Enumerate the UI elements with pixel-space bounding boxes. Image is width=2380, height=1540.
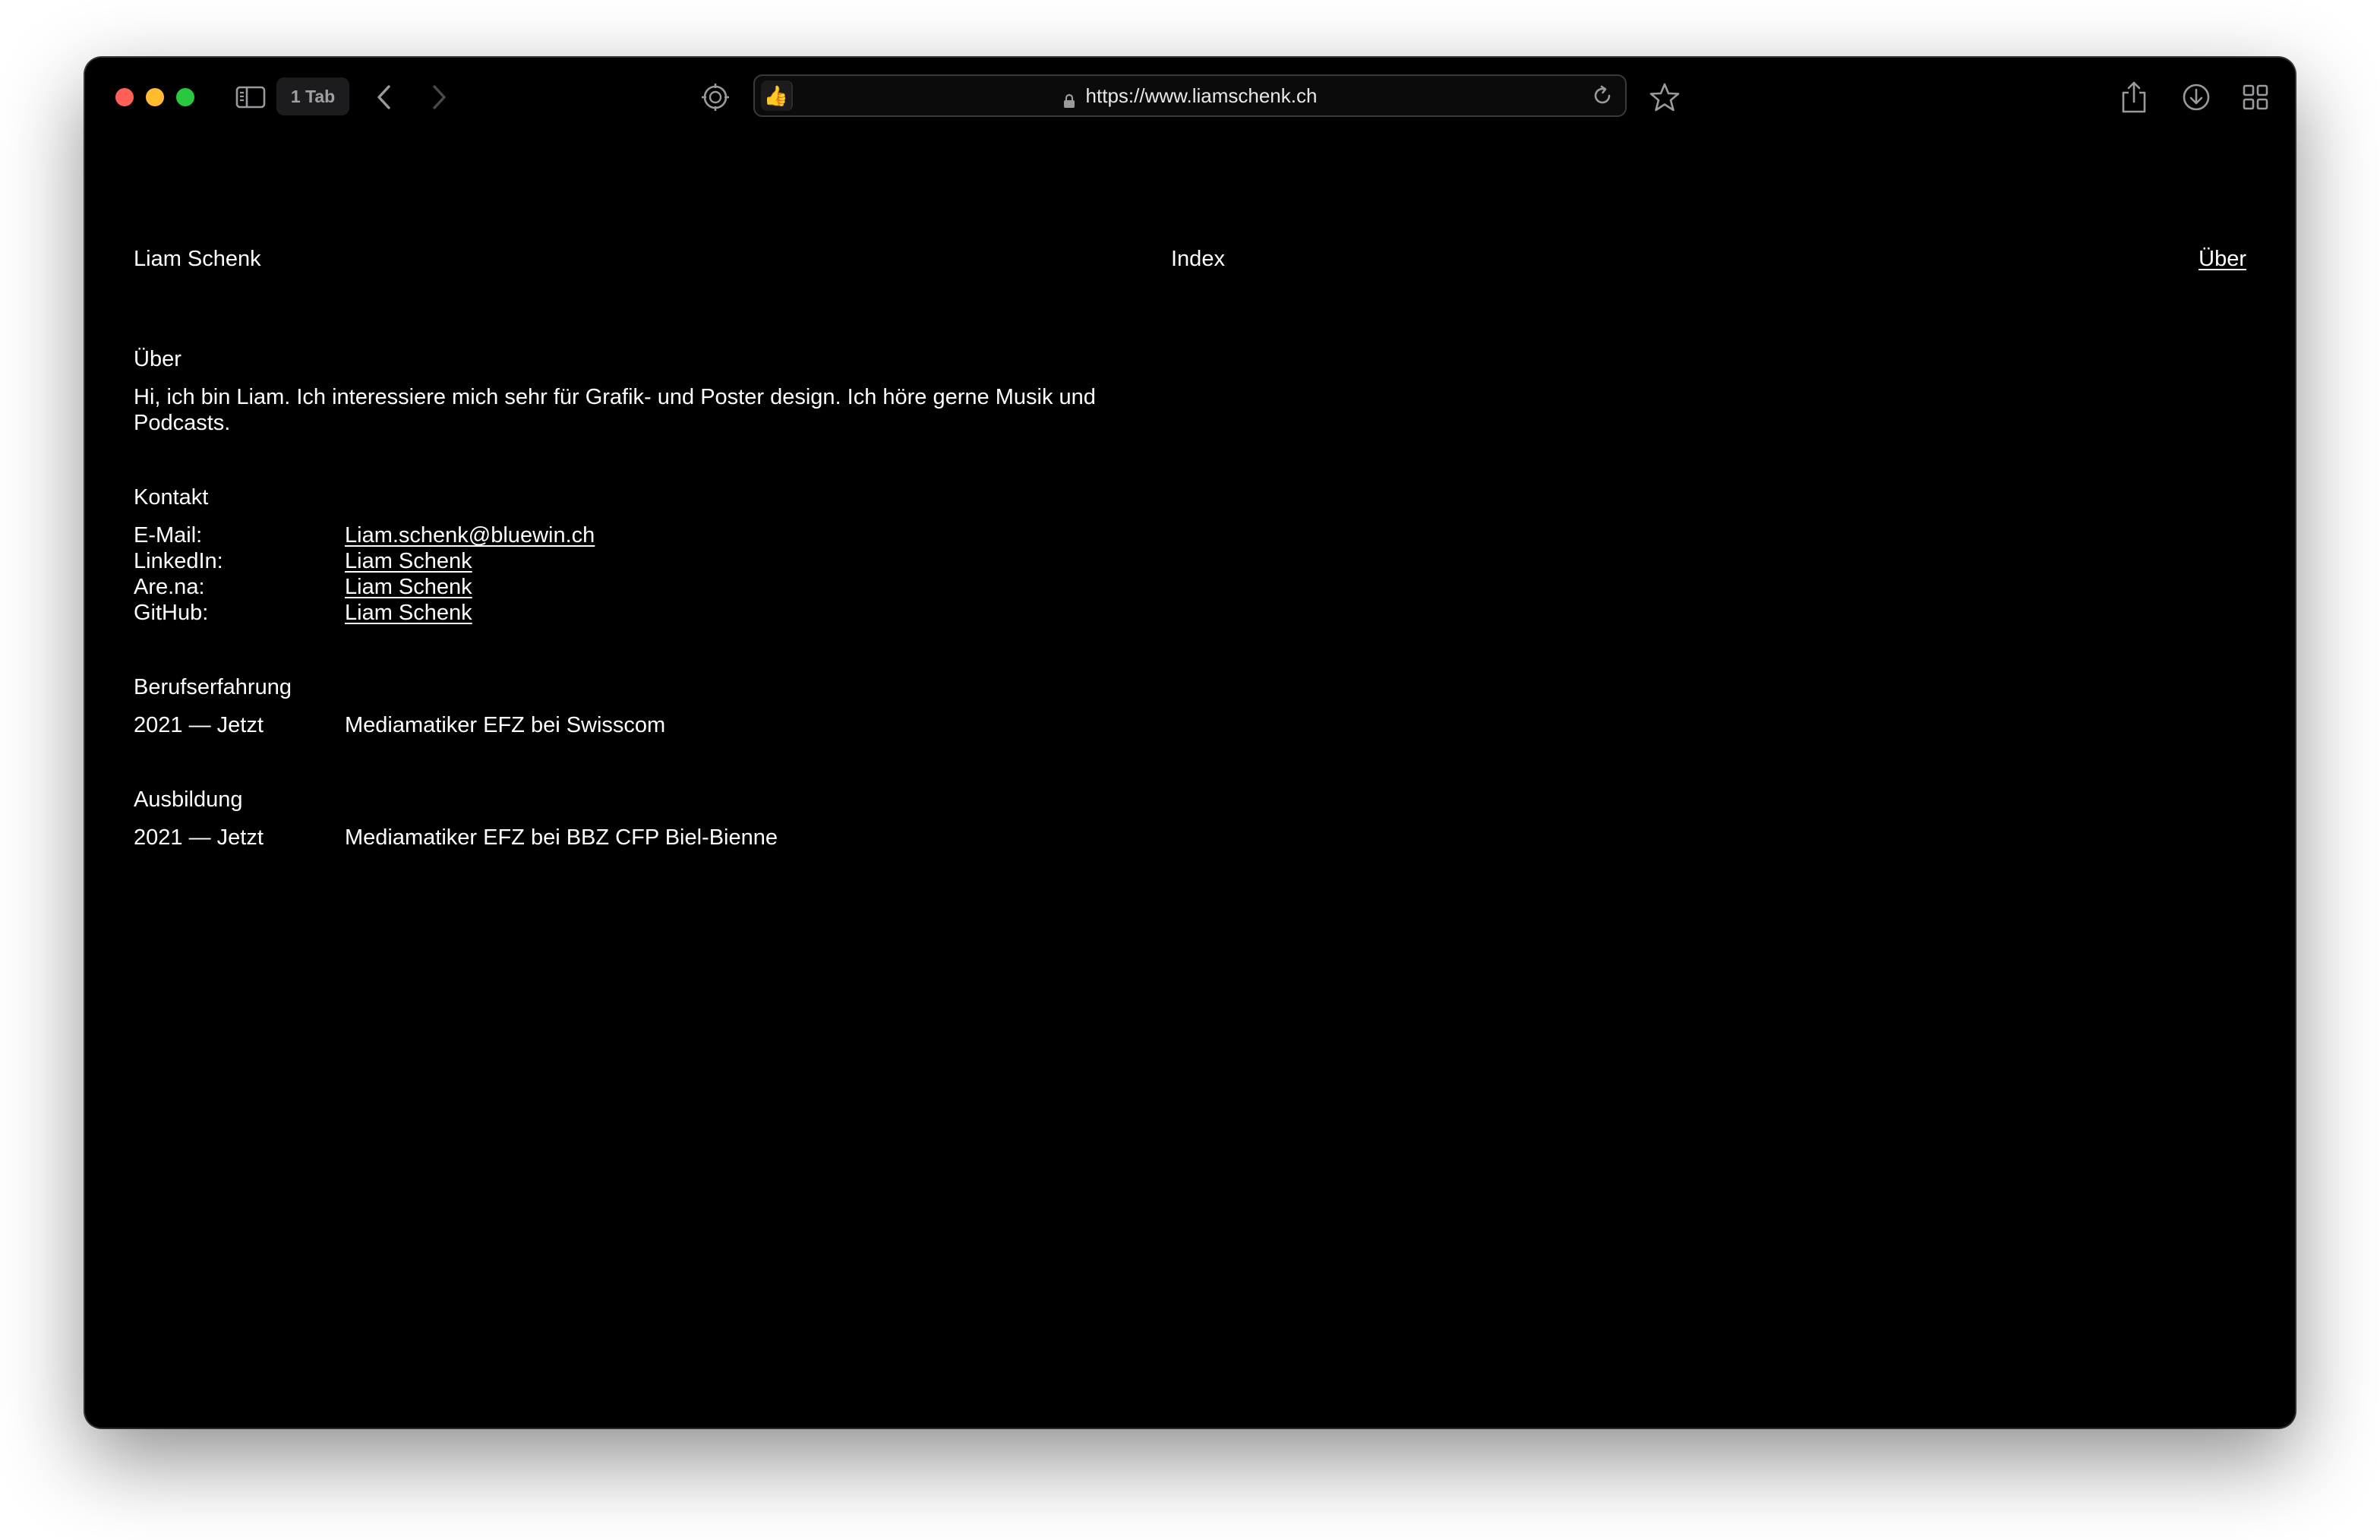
education-description: Mediamatiker EFZ bei BBZ CFP Biel-Bienne <box>345 825 778 850</box>
url-text: https://www.liamschenk.ch <box>1085 84 1318 107</box>
education-row: 2021 — Jetzt Mediamatiker EFZ bei BBZ CF… <box>134 825 1197 850</box>
reload-icon[interactable] <box>1589 82 1616 109</box>
site-name[interactable]: Liam Schenk <box>134 246 261 272</box>
url-display[interactable]: https://www.liamschenk.ch <box>755 76 1625 115</box>
contact-section-title: Kontakt <box>134 485 209 510</box>
arena-link[interactable]: Liam Schenk <box>345 574 472 600</box>
close-window-button[interactable] <box>115 88 134 106</box>
minimize-window-button[interactable] <box>146 88 164 106</box>
download-icon[interactable] <box>2178 79 2214 115</box>
nav-link-about[interactable]: Über <box>2199 246 2246 272</box>
contact-label: GitHub: <box>134 601 209 625</box>
github-link[interactable]: Liam Schenk <box>345 600 472 626</box>
privacy-report-icon[interactable] <box>699 80 732 114</box>
education-period: 2021 — Jetzt <box>134 825 264 850</box>
experience-row: 2021 — Jetzt Mediamatiker EFZ bei Swissc… <box>134 712 1197 738</box>
contact-label: E-Mail: <box>134 523 203 548</box>
browser-toolbar: 1 Tab 👍 https://www.liamschenk.ch <box>85 58 2295 134</box>
contact-row-arena: Are.na: Liam Schenk <box>134 574 1197 600</box>
address-bar[interactable]: 👍 https://www.liamschenk.ch <box>753 74 1627 117</box>
contact-row-email: E-Mail: Liam.schenk@bluewin.ch <box>134 522 1197 548</box>
star-icon[interactable] <box>1646 79 1683 115</box>
tab-overview-icon[interactable] <box>2237 79 2274 115</box>
web-page: Liam Schenk Index Über Über Hi, ich bin … <box>85 134 2295 1428</box>
contact-row-github: GitHub: Liam Schenk <box>134 600 1197 626</box>
lock-icon <box>1063 90 1075 108</box>
tab-count-button[interactable]: 1 Tab <box>276 77 349 115</box>
desktop-background: 1 Tab 👍 https://www.liamschenk.ch Liam S… <box>0 0 2380 1540</box>
share-icon[interactable] <box>2117 79 2151 115</box>
contact-label: LinkedIn: <box>134 549 223 573</box>
experience-period: 2021 — Jetzt <box>134 713 264 737</box>
chevron-right-icon[interactable] <box>422 80 456 114</box>
chevron-left-icon[interactable] <box>368 80 401 114</box>
contact-label: Are.na: <box>134 575 205 599</box>
nav-link-index[interactable]: Index <box>1171 246 1225 272</box>
education-section-title: Ausbildung <box>134 787 243 812</box>
email-link[interactable]: Liam.schenk@bluewin.ch <box>345 522 595 548</box>
contact-row-linkedin: LinkedIn: Liam Schenk <box>134 548 1197 574</box>
about-section-title: Über <box>134 347 181 371</box>
linkedin-link[interactable]: Liam Schenk <box>345 548 472 574</box>
experience-section-title: Berufserfahrung <box>134 675 292 699</box>
sidebar-icon[interactable] <box>234 84 267 111</box>
experience-description: Mediamatiker EFZ bei Swisscom <box>345 713 666 737</box>
about-text: Hi, ich bin Liam. Ich interessiere mich … <box>134 385 1096 435</box>
zoom-window-button[interactable] <box>176 88 194 106</box>
browser-window: 1 Tab 👍 https://www.liamschenk.ch Liam S… <box>85 58 2295 1428</box>
